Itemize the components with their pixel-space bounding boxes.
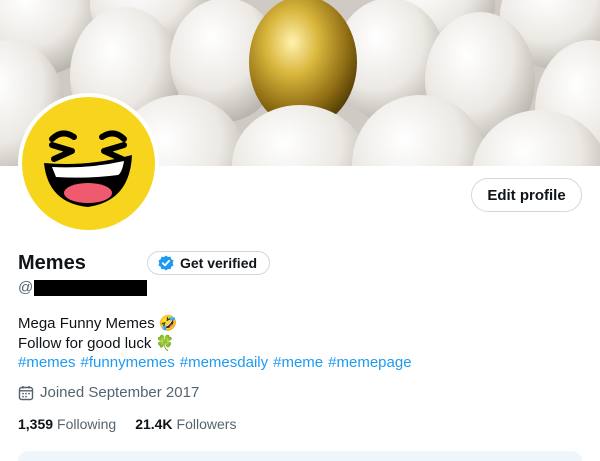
profile-bio: Mega Funny Memes 🤣 Follow for good luck …	[18, 314, 417, 373]
display-name: Memes	[18, 252, 86, 274]
follow-stats: 1,359 Following 21.4K Followers	[18, 416, 236, 432]
joined-label: Joined September 2017	[40, 384, 200, 401]
following-count: 1,359	[18, 416, 54, 432]
bio-line: Mega Funny Memes 🤣	[18, 315, 178, 332]
joined-date: Joined September 2017	[18, 384, 199, 401]
following-link[interactable]: 1,359 Following	[18, 416, 116, 432]
handle-redacted	[34, 279, 148, 296]
edit-profile-label: Edit profile	[487, 186, 566, 204]
edit-profile-button[interactable]: Edit profile	[471, 178, 582, 212]
bio-line: Follow for good luck 🍀	[18, 334, 175, 352]
bottom-panel-edge	[18, 451, 582, 461]
get-verified-label: Get verified	[180, 255, 258, 271]
followers-link[interactable]: 21.4K Followers	[135, 416, 236, 432]
get-verified-button[interactable]: Get verified	[147, 251, 271, 275]
followers-label: Followers	[176, 416, 237, 432]
profile-avatar[interactable]	[18, 93, 159, 234]
followers-count: 21.4K	[135, 416, 173, 432]
profile-handle: @	[18, 279, 148, 296]
following-label: Following	[57, 416, 117, 432]
hashtag-link[interactable]: #memes	[18, 354, 76, 371]
bio-hashtags: #memes #funnymemes #memesdaily #meme #memepa…	[18, 353, 417, 373]
calendar-icon	[18, 385, 34, 400]
hashtag-link[interactable]: #funnymemes	[81, 354, 175, 371]
hashtag-link[interactable]: #memesdaily	[180, 354, 268, 371]
hashtag-link[interactable]: #memepage	[328, 354, 411, 371]
verified-badge-icon	[158, 255, 174, 271]
hashtag-link[interactable]: #meme	[273, 354, 323, 371]
handle-prefix: @	[18, 279, 34, 296]
laughing-face-avatar-icon	[22, 97, 155, 230]
